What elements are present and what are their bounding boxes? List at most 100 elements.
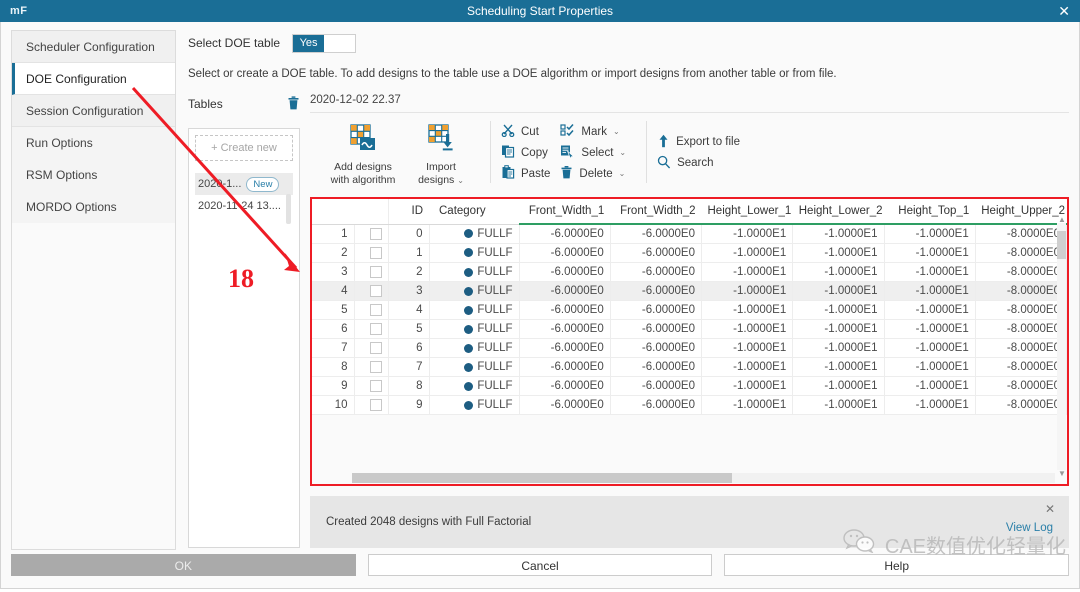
column-header-height-top-1[interactable]: Height_Top_1 [884,199,976,225]
cell-value[interactable]: -1.0000E1 [701,319,794,340]
cell-value[interactable]: -6.0000E0 [610,338,703,359]
vertical-scroll-thumb[interactable] [1057,231,1066,259]
cell-id[interactable]: 4 [388,300,430,321]
table-vertical-scrollbar[interactable]: ▲ ▼ [1057,215,1066,478]
column-header-front-width-1[interactable]: Front_Width_1 [519,199,611,225]
copy-button[interactable]: Copy [501,142,560,163]
cell-value[interactable]: -6.0000E0 [610,319,703,340]
row-checkbox-cell[interactable] [354,338,389,359]
trash-icon[interactable] [287,95,300,113]
horizontal-scroll-thumb[interactable] [352,473,732,483]
cell-value[interactable]: -6.0000E0 [610,243,703,264]
cell-value[interactable]: -1.0000E1 [792,395,885,416]
cell-id[interactable]: 0 [388,224,430,244]
cell-value[interactable]: -1.0000E1 [792,319,885,340]
row-checkbox[interactable] [370,342,382,355]
cell-category[interactable]: FULLF [429,243,520,264]
table-row[interactable]: 9 8 FULLF -6.0000E0 -6.0000E0 -1.0000E1 -1.000… [312,376,1068,397]
row-checkbox-cell[interactable] [354,243,389,264]
sidebar-item-run-options[interactable]: Run Options [12,127,175,159]
cell-category[interactable]: FULLF [429,224,520,244]
cell-value[interactable]: -8.0000E0 [975,319,1068,340]
cell-value[interactable]: -6.0000E0 [519,319,611,340]
cell-value[interactable]: -1.0000E1 [701,281,794,302]
cell-value[interactable]: -6.0000E0 [610,357,703,378]
cell-category[interactable]: FULLF [429,262,520,283]
delete-button[interactable]: Delete ⌄ [560,163,636,184]
row-checkbox[interactable] [370,304,382,317]
view-log-link[interactable]: View Log [1006,522,1053,534]
cell-value[interactable]: -8.0000E0 [975,376,1068,397]
cell-value[interactable]: -8.0000E0 [975,357,1068,378]
table-row[interactable]: 1 0 FULLF -6.0000E0 -6.0000E0 -1.0000E1 -1.000… [312,224,1068,244]
cell-value[interactable]: -6.0000E0 [610,300,703,321]
cell-category[interactable]: FULLF [429,281,520,302]
cell-value[interactable]: -6.0000E0 [519,395,611,416]
close-icon[interactable]: ✕ [1058,4,1070,18]
cell-id[interactable]: 5 [388,319,430,340]
cell-value[interactable]: -8.0000E0 [975,224,1068,244]
add-designs-with-algorithm-button[interactable]: Add designs with algorithm [324,121,402,187]
cell-value[interactable]: -1.0000E1 [884,319,976,340]
cell-value[interactable]: -8.0000E0 [975,338,1068,359]
cell-value[interactable]: -6.0000E0 [519,357,611,378]
list-item[interactable]: 2020-11-24 13.... [195,195,293,217]
close-icon[interactable]: ✕ [1045,502,1055,516]
list-item[interactable]: 2020-1... New [195,173,293,195]
sidebar-item-doe-configuration[interactable]: DOE Configuration [12,63,175,95]
row-checkbox-cell[interactable] [354,376,389,397]
cell-id[interactable]: 8 [388,376,430,397]
cell-value[interactable]: -1.0000E1 [701,338,794,359]
search-button[interactable]: Search [657,153,750,174]
table-row[interactable]: 2 1 FULLF -6.0000E0 -6.0000E0 -1.0000E1 -1.000… [312,243,1068,264]
cell-category[interactable]: FULLF [429,338,520,359]
row-checkbox-cell[interactable] [354,319,389,340]
cell-value[interactable]: -1.0000E1 [792,376,885,397]
row-checkbox-cell[interactable] [354,281,389,302]
cell-value[interactable]: -1.0000E1 [884,376,976,397]
cell-value[interactable]: -1.0000E1 [792,224,885,244]
cell-value[interactable]: -1.0000E1 [884,357,976,378]
cell-value[interactable]: -6.0000E0 [519,281,611,302]
cell-value[interactable]: -1.0000E1 [701,395,794,416]
cell-value[interactable]: -6.0000E0 [610,224,703,244]
table-row[interactable]: 10 9 FULLF -6.0000E0 -6.0000E0 -1.0000E1 -1.00… [312,395,1068,416]
cell-value[interactable]: -1.0000E1 [701,300,794,321]
scroll-up-icon[interactable]: ▲ [1058,215,1066,224]
cell-value[interactable]: -1.0000E1 [884,224,976,244]
table-row[interactable]: 5 4 FULLF -6.0000E0 -6.0000E0 -1.0000E1 -1.000… [312,300,1068,321]
cell-value[interactable]: -1.0000E1 [701,243,794,264]
cell-value[interactable]: -1.0000E1 [701,224,794,244]
cell-value[interactable]: -6.0000E0 [610,281,703,302]
cell-value[interactable]: -8.0000E0 [975,300,1068,321]
sidebar-item-session-configuration[interactable]: Session Configuration [12,95,175,127]
row-checkbox[interactable] [370,227,382,240]
table-horizontal-scrollbar[interactable] [352,473,1055,483]
cell-id[interactable]: 9 [388,395,430,416]
column-header-checkbox[interactable] [354,199,389,225]
row-checkbox-cell[interactable] [354,224,389,244]
cell-value[interactable]: -6.0000E0 [519,243,611,264]
cell-value[interactable]: -8.0000E0 [975,243,1068,264]
cell-value[interactable]: -1.0000E1 [792,281,885,302]
cell-value[interactable]: -8.0000E0 [975,281,1068,302]
paste-button[interactable]: Paste [501,163,560,184]
export-to-file-button[interactable]: Export to file [657,132,750,153]
sidebar-item-mordo-options[interactable]: MORDO Options [12,191,175,223]
column-header-height-lower-1[interactable]: Height_Lower_1 [701,199,793,225]
panel-splitter-handle[interactable] [286,194,291,224]
column-header-rownum[interactable] [312,199,354,225]
cell-value[interactable]: -1.0000E1 [792,338,885,359]
row-checkbox[interactable] [370,361,382,374]
cell-value[interactable]: -6.0000E0 [610,395,703,416]
import-designs-button[interactable]: Import designs ⌄ [402,121,480,187]
scroll-down-icon[interactable]: ▼ [1058,469,1066,478]
cell-value[interactable]: -6.0000E0 [519,224,611,244]
cell-value[interactable]: -6.0000E0 [610,376,703,397]
row-checkbox[interactable] [370,266,382,279]
select-doe-table-toggle[interactable]: Yes [292,33,357,53]
row-checkbox[interactable] [370,247,382,259]
cell-value[interactable]: -8.0000E0 [975,395,1068,416]
cell-value[interactable]: -1.0000E1 [701,376,794,397]
cell-value[interactable]: -1.0000E1 [884,243,976,264]
